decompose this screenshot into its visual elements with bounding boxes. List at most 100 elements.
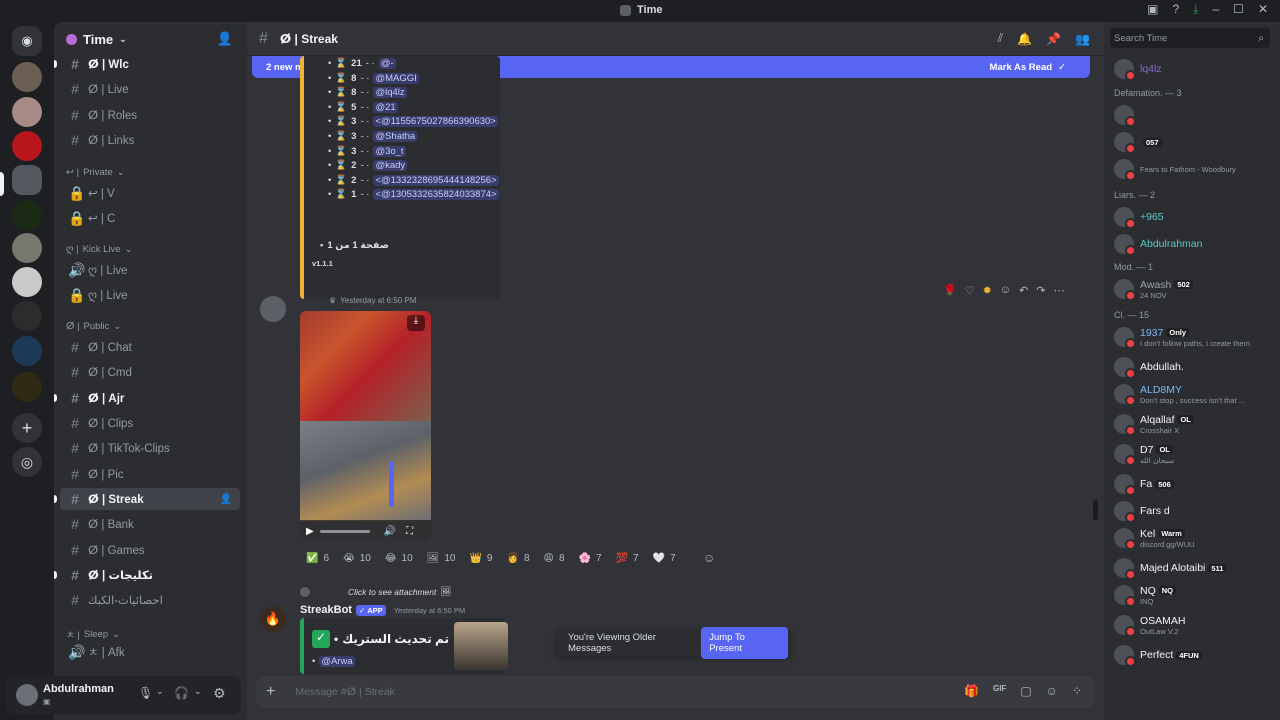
member-item[interactable]: Perfect 4FUN <box>1108 642 1276 668</box>
gif-icon[interactable]: GIF <box>993 684 1006 698</box>
channel-item[interactable]: 🔊 ღ | Live <box>60 259 240 281</box>
member-item[interactable]: Fa 506 <box>1108 471 1276 497</box>
server-icon[interactable] <box>12 200 42 230</box>
member-item[interactable]: Abdulrahman <box>1108 231 1276 257</box>
forward-icon[interactable]: ↷ <box>1036 284 1045 297</box>
username[interactable]: Abdulrahman <box>43 683 114 695</box>
search-bar[interactable]: Search Time ⌕ <box>1110 28 1270 48</box>
member-item[interactable]: Kel Warm discord.gg/WUU <box>1108 525 1276 551</box>
heart-icon[interactable]: ♡ <box>965 284 975 297</box>
mention[interactable]: <@1155675027866390630> <box>373 116 498 128</box>
member-item[interactable]: Fears to Fathom - Woodbury <box>1108 156 1276 182</box>
add-member-icon[interactable]: 👤 <box>217 31 233 47</box>
channel-item[interactable]: 🔒 ღ | Live <box>60 284 240 306</box>
microphone-icon[interactable]: 🎙 <box>138 686 153 700</box>
member-item[interactable]: D7 OL سبحان الله <box>1108 441 1276 467</box>
category-private[interactable]: ↩ | Private ⌄ <box>66 167 125 178</box>
inbox-icon[interactable]: ▣ <box>1147 2 1158 17</box>
sun-icon[interactable]: ✹ <box>983 284 992 297</box>
channel-item[interactable]: # ⵁ | تكليجات <box>54 564 240 586</box>
reaction-chip[interactable]: ✅ 6 <box>300 548 335 568</box>
more-icon[interactable]: ⋯ <box>1053 284 1064 297</box>
channel-item[interactable]: # ⵁ | Live <box>60 78 240 100</box>
bot-author[interactable]: StreakBot <box>300 604 352 616</box>
channel-item[interactable]: # ⵁ | Roles <box>60 104 240 126</box>
mention[interactable]: <@1305332635824033874> <box>373 189 499 201</box>
channel-item[interactable]: # ⵁ | Ajr <box>54 387 240 409</box>
sticker-icon[interactable]: ▢ <box>1020 684 1031 698</box>
channel-item[interactable]: # ⵁ | Chat <box>60 336 240 358</box>
reaction-chip[interactable]: 😂 10 <box>379 548 419 568</box>
mark-as-read-button[interactable]: Mark As Read <box>990 62 1052 73</box>
category-public[interactable]: ⵁ | Public ⌄ <box>66 321 121 332</box>
channel-item[interactable]: # ⵁ | Cmd <box>60 361 240 383</box>
emoji-icon[interactable]: ☺ <box>1046 684 1058 698</box>
apps-icon[interactable]: ⁘ <box>1072 684 1082 698</box>
server-icon[interactable] <box>12 372 42 402</box>
channel-item[interactable]: 🔊 ㅊ | Afk <box>60 641 240 663</box>
help-icon[interactable]: ? <box>1172 2 1179 17</box>
reply-preview[interactable]: Click to see attachment 🖼 <box>300 586 451 597</box>
mention[interactable]: @21 <box>373 101 398 113</box>
member-item[interactable]: ALD8MY Don't stop , success isn't that ..… <box>1108 381 1276 407</box>
reaction-chip[interactable]: 👩 8 <box>500 548 535 568</box>
progress-bar[interactable] <box>319 529 370 533</box>
maximize-button[interactable]: ☐ <box>1233 2 1244 17</box>
avatar[interactable] <box>16 684 38 706</box>
volume-slider[interactable] <box>389 461 394 507</box>
server-icon[interactable] <box>12 131 42 161</box>
channel-item-active[interactable]: # ⵁ | Streak 👤 <box>54 488 240 510</box>
channel-item[interactable]: # ⵁ | Wlc <box>54 53 240 75</box>
bot-avatar[interactable]: 🔥 <box>260 606 286 632</box>
member-item[interactable] <box>1108 102 1276 128</box>
chevron-down-icon[interactable]: ⌄ <box>156 686 164 697</box>
channel-item[interactable]: # ⵁ | Links <box>60 129 240 151</box>
headphones-icon[interactable]: 🎧 <box>174 686 189 700</box>
mention[interactable]: <@1332328695444148256> <box>373 174 499 186</box>
minimize-button[interactable]: – <box>1212 2 1219 17</box>
member-item[interactable]: Abdullah. <box>1108 354 1276 380</box>
bell-icon[interactable]: 🔔 <box>1017 32 1032 46</box>
category-kick[interactable]: ღ | Kick Live ⌄ <box>66 244 133 255</box>
member-list-icon[interactable]: 👥 <box>1075 32 1090 46</box>
mention[interactable]: @MAGGI <box>373 72 419 84</box>
category-sleep[interactable]: ㅊ | Sleep ⌄ <box>66 627 120 642</box>
reaction-chip[interactable]: 💯 7 <box>610 548 645 568</box>
guild-header[interactable]: Time ⌄ 👤 <box>54 22 247 56</box>
volume-icon[interactable]: 🔊 <box>384 526 396 537</box>
member-item[interactable]: +965 <box>1108 204 1276 230</box>
pin-icon[interactable]: 📌 <box>1046 32 1061 46</box>
reaction-chip[interactable]: 🌸 7 <box>573 548 608 568</box>
threads-icon[interactable]: ⫽ <box>998 31 1003 46</box>
scrollbar[interactable] <box>1093 500 1098 520</box>
member-item[interactable]: Alqallaf OL Crosshair X <box>1108 411 1276 437</box>
member-item[interactable]: Awash 502 24 NOV <box>1108 276 1276 302</box>
avatar[interactable] <box>260 296 286 322</box>
member-item[interactable]: 057 <box>1108 129 1276 155</box>
video-attachment[interactable]: ⤓ ▶ 🔊 ⛶ <box>300 311 431 542</box>
server-icon[interactable] <box>12 336 42 366</box>
server-icon[interactable] <box>12 165 42 195</box>
reaction-chip[interactable]: 😭 10 <box>337 548 377 568</box>
member-item[interactable]: Fars d <box>1108 498 1276 524</box>
jump-to-present-button[interactable]: Jump To Present <box>701 627 788 659</box>
mention[interactable]: @Arwa <box>319 656 355 667</box>
channel-item[interactable]: # ⵁ | Bank <box>60 513 240 535</box>
mention[interactable]: @- <box>378 58 396 69</box>
reaction-chip[interactable]: 👑 9 <box>463 548 498 568</box>
mention[interactable]: @3o_t <box>373 145 406 157</box>
download-icon[interactable]: ⤓ <box>407 315 425 331</box>
add-server-icon[interactable]: + <box>12 413 42 443</box>
mention[interactable]: @kady <box>373 160 408 172</box>
add-reaction-icon[interactable]: ☺ <box>703 551 715 565</box>
reaction-chip[interactable]: 😩 8 <box>538 548 571 568</box>
play-icon[interactable]: ▶ <box>306 526 314 537</box>
mention[interactable]: @lq4lz <box>373 87 407 99</box>
channel-item[interactable]: 🔒 ↩ | C <box>60 207 240 229</box>
download-icon[interactable]: ⤓ <box>1193 2 1198 17</box>
message-input[interactable]: Message #ⵁ | Streak <box>295 686 395 698</box>
channel-item[interactable]: # احصائيات-الكبك <box>60 589 240 611</box>
chevron-down-icon[interactable]: ⌄ <box>194 686 202 697</box>
search-input[interactable]: Search Time <box>1114 33 1167 44</box>
server-icon[interactable] <box>12 233 42 263</box>
